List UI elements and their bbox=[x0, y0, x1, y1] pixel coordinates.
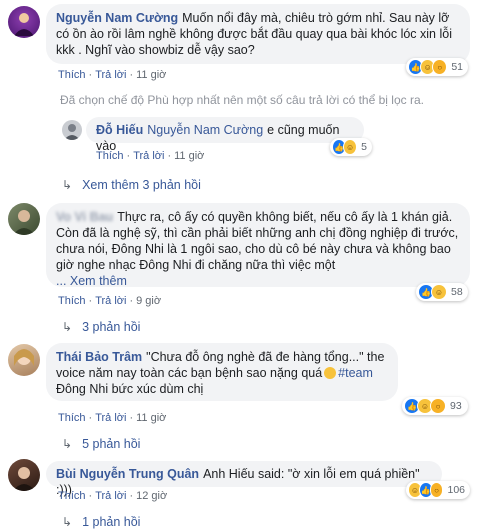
reply-time[interactable]: 11 giờ bbox=[174, 150, 204, 162]
comment-bubble: Bùi Nguyễn Trung Quân Anh Hiếu said: "ờ x… bbox=[46, 461, 442, 497]
reaction-count: 93 bbox=[450, 400, 462, 412]
reply-author[interactable]: Đỗ Hiếu bbox=[96, 123, 143, 137]
reaction-summary[interactable]: 👍 ☺ ○ 51 bbox=[406, 58, 468, 76]
see-more-replies[interactable]: ↳ Xem thêm 3 phản hồi bbox=[62, 178, 201, 192]
comment-actions: Thích · Trả lời · 11 giờ bbox=[58, 412, 167, 424]
reply-link[interactable]: Trả lời bbox=[133, 150, 164, 162]
avatar-image bbox=[14, 349, 34, 366]
wow-icon: ○ bbox=[430, 398, 446, 414]
reply-actions: Thích · Trả lời · 11 giờ bbox=[96, 150, 205, 162]
see-more-link[interactable]: ... Xem thêm bbox=[56, 274, 127, 288]
like-link[interactable]: Thích bbox=[58, 295, 86, 307]
reaction-count: 5 bbox=[361, 141, 367, 153]
reaction-count: 106 bbox=[447, 484, 466, 496]
reply-arrow-icon: ↳ bbox=[62, 437, 73, 451]
comment-bubble: Nguyễn Nam Cường Muốn nổi đây mà, chiêu t… bbox=[46, 4, 470, 64]
comment-text-tail: Đông Nhi bức xúc dùm chị bbox=[56, 382, 204, 396]
replies-link[interactable]: ↳ 1 phản hồi bbox=[62, 515, 140, 529]
comment-actions: Thích · Trả lời · 9 giờ bbox=[58, 295, 162, 307]
reply-bubble: Đỗ Hiếu Nguyễn Nam Cường e cũng muốn vào bbox=[86, 117, 364, 153]
avatar[interactable] bbox=[8, 344, 40, 376]
reply-arrow-icon: ↳ bbox=[62, 320, 73, 334]
comment-author[interactable]: Nguyễn Nam Cường bbox=[56, 11, 178, 25]
comment-time[interactable]: 11 giờ bbox=[136, 412, 166, 424]
comment-time[interactable]: 12 giờ bbox=[136, 490, 167, 502]
avatar-image bbox=[64, 124, 80, 140]
avatar[interactable] bbox=[62, 120, 82, 140]
avatar-image bbox=[13, 210, 35, 235]
comment-author[interactable]: Thái Bảo Trâm bbox=[56, 350, 142, 364]
comment-time[interactable]: 11 giờ bbox=[136, 69, 166, 81]
like-link[interactable]: Thích bbox=[96, 150, 124, 162]
hashtag-link[interactable]: #team bbox=[338, 366, 373, 380]
avatar-image bbox=[14, 13, 34, 36]
replies-link[interactable]: ↳ 3 phản hồi bbox=[62, 320, 140, 334]
reaction-count: 58 bbox=[451, 286, 463, 298]
reaction-count: 51 bbox=[451, 61, 464, 73]
laughing-emoji-icon bbox=[324, 367, 337, 379]
reaction-summary[interactable]: ☺ 👍 ○ 106 bbox=[406, 481, 470, 499]
filter-note: Đã chọn chế độ Phù hợp nhất nên một số c… bbox=[60, 93, 424, 107]
avatar[interactable] bbox=[8, 459, 40, 491]
comment-text: Thực ra, cô ấy có quyền không biết, nếu … bbox=[56, 210, 459, 272]
like-link[interactable]: Thích bbox=[58, 69, 86, 81]
avatar[interactable] bbox=[8, 6, 40, 38]
haha-icon: ☺ bbox=[431, 284, 447, 300]
reply-arrow-icon: ↳ bbox=[62, 178, 73, 192]
reply-link[interactable]: Trả lời bbox=[95, 69, 126, 81]
like-link[interactable]: Thích bbox=[58, 412, 86, 424]
comment-actions: Thích · Trả lời · 11 giờ bbox=[58, 69, 167, 81]
wow-icon: ○ bbox=[429, 482, 444, 498]
reply-link[interactable]: Trả lời bbox=[95, 295, 126, 307]
wow-icon: ○ bbox=[432, 59, 448, 75]
avatar[interactable] bbox=[8, 203, 40, 235]
reaction-summary[interactable]: 👍 ☺ ○ 93 bbox=[402, 397, 468, 415]
reaction-summary[interactable]: 👍 ☺ 5 bbox=[330, 138, 372, 156]
comment-author[interactable]: Bùi Nguyễn Trung Quân bbox=[56, 467, 199, 481]
reply-link[interactable]: Trả lời bbox=[95, 490, 126, 502]
haha-icon: ☺ bbox=[343, 139, 358, 155]
like-link[interactable]: Thích bbox=[58, 490, 86, 502]
comment-author[interactable]: Vo Vi Bau bbox=[56, 210, 113, 224]
comment-bubble: Vo Vi Bau Thực ra, cô ấy có quyền không b… bbox=[46, 203, 470, 288]
reply-arrow-icon: ↳ bbox=[62, 515, 73, 529]
reaction-summary[interactable]: 👍 ☺ 58 bbox=[416, 283, 468, 301]
comment-actions: Thích · Trả lời · 12 giờ bbox=[58, 490, 168, 502]
comment-time[interactable]: 9 giờ bbox=[136, 295, 161, 307]
reply-mention[interactable]: Nguyễn Nam Cường bbox=[147, 123, 263, 137]
replies-link[interactable]: ↳ 5 phản hồi bbox=[62, 437, 140, 451]
avatar-image bbox=[13, 467, 35, 491]
comment-bubble: Thái Bảo Trâm "Chưa đỗ ông nghè đã đe hàn… bbox=[46, 343, 398, 401]
reply-link[interactable]: Trả lời bbox=[95, 412, 126, 424]
